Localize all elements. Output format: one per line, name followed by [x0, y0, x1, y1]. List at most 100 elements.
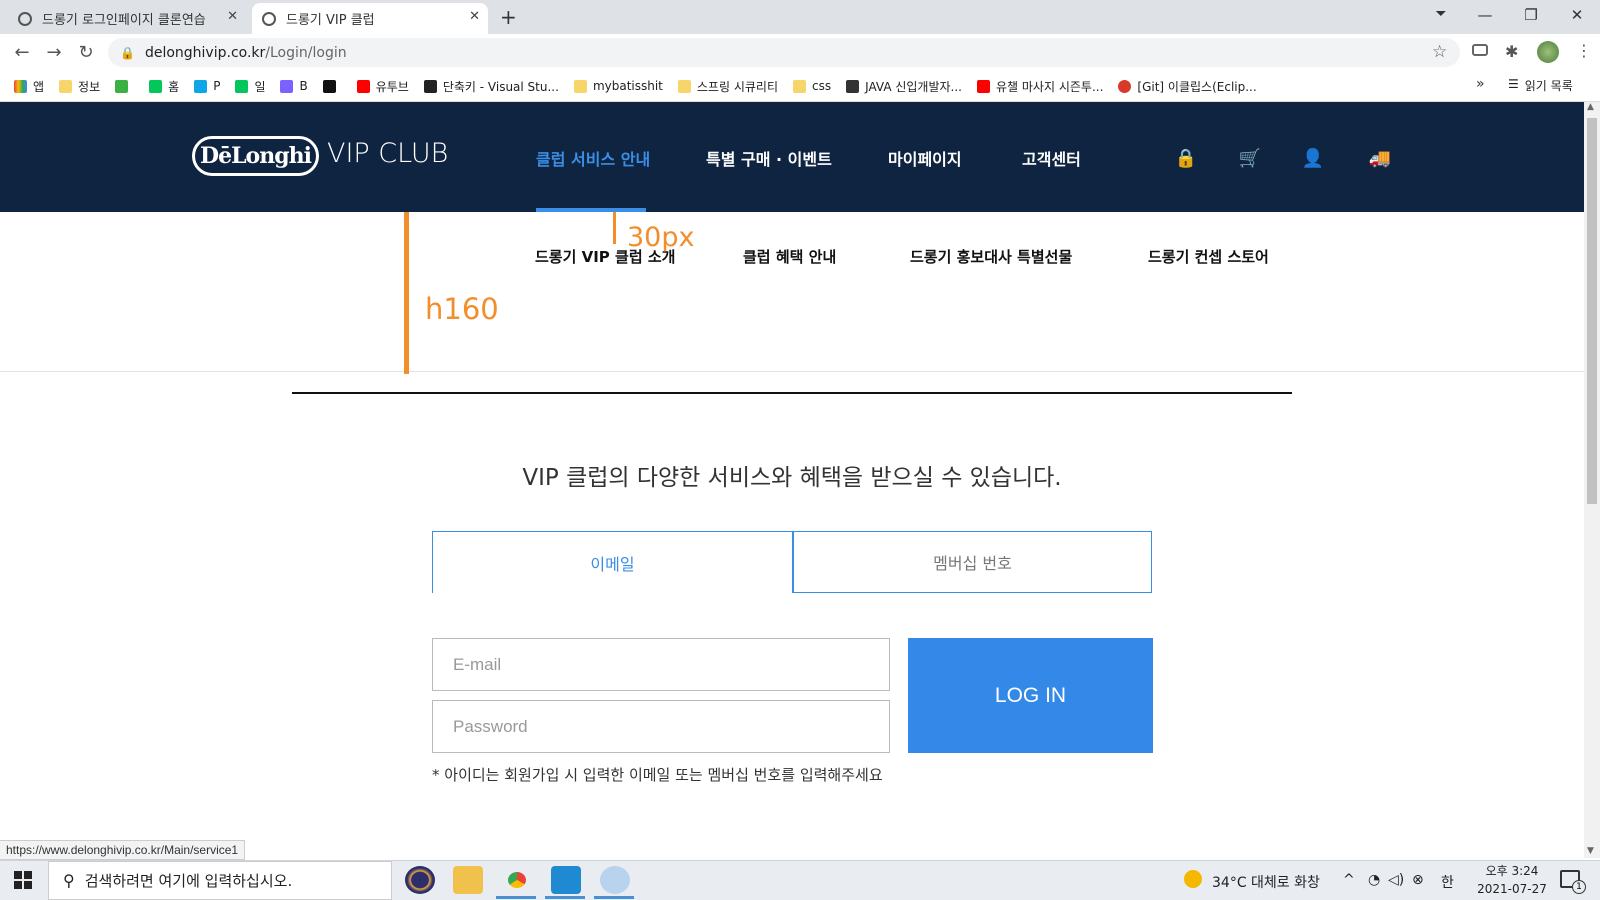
- new-tab-button[interactable]: +: [500, 5, 517, 29]
- bookmark-item[interactable]: 홈: [149, 78, 179, 95]
- volume-icon[interactable]: ◁): [1388, 872, 1404, 888]
- tray-expand-icon[interactable]: ^: [1343, 872, 1355, 888]
- bookmark-star-icon[interactable]: ☆: [1432, 42, 1447, 62]
- network-icon[interactable]: ◔: [1368, 872, 1380, 888]
- site-favicon: [322, 79, 336, 93]
- bookmark-item[interactable]: [Git] 이클립스(Eclip...: [1118, 78, 1257, 95]
- lock-icon: 🔒: [120, 45, 135, 60]
- login-button[interactable]: LOG IN: [908, 638, 1153, 753]
- reload-icon[interactable]: ↻: [74, 42, 98, 63]
- close-window-icon[interactable]: ✕: [1554, 6, 1600, 24]
- chrome-app-icon[interactable]: [502, 866, 532, 894]
- address-bar[interactable]: 🔒 delonghivip.co.kr/Login/login: [108, 38, 1460, 67]
- url-host: delonghivip.co.kr: [144, 44, 266, 61]
- bookmark-item[interactable]: 정보: [59, 78, 100, 95]
- vscode-app-icon[interactable]: [551, 866, 581, 894]
- site-favicon: [115, 79, 129, 93]
- eclipse-app-icon[interactable]: [405, 866, 435, 894]
- minimize-icon[interactable]: —: [1462, 6, 1508, 24]
- url-path: /Login/login: [265, 44, 347, 61]
- menu-icon[interactable]: ⋮: [1576, 41, 1592, 60]
- submenu-panel: [0, 212, 1584, 372]
- bookmark-item[interactable]: P: [194, 79, 220, 93]
- reading-list-icon: ☰: [1508, 77, 1519, 91]
- active-app-indicator: [545, 896, 585, 899]
- lock-icon[interactable]: 🔒: [1172, 148, 1200, 169]
- reading-list-button[interactable]: ☰ 읽기 목록: [1508, 77, 1573, 94]
- delonghi-logo[interactable]: DēLonghi: [192, 136, 319, 176]
- tab-email[interactable]: 이메일: [432, 531, 793, 593]
- bookmark-item[interactable]: 단축키 - Visual Stu...: [423, 78, 559, 95]
- bookmark-item[interactable]: 유투브: [356, 78, 409, 95]
- globe-icon: [262, 11, 276, 26]
- nav-special-purchase[interactable]: 특별 구매 · 이벤트: [706, 146, 832, 170]
- login-helper-text: * 아이디는 회원가입 시 입력한 이메일 또는 멤버십 번호를 입력해주세요: [432, 766, 883, 784]
- file-explorer-icon[interactable]: [453, 866, 483, 894]
- tab-search-icon[interactable]: ⏷: [1418, 6, 1464, 22]
- email-field[interactable]: E-mail: [432, 638, 890, 691]
- page-tagline: VIP 클럽의 다양한 서비스와 혜택을 받으실 수 있습니다.: [522, 465, 1062, 491]
- submenu-concept-store[interactable]: 드롱기 컨셉 스토어: [1148, 246, 1269, 267]
- apple-icon: [1118, 79, 1132, 93]
- restore-icon[interactable]: ❐: [1508, 6, 1554, 24]
- clock[interactable]: 오후 3:24 2021-07-27: [1472, 862, 1552, 898]
- bookmark-item[interactable]: 일: [235, 78, 265, 95]
- submenu-ambassador-gift[interactable]: 드롱기 홍보대사 특별선물: [910, 246, 1072, 267]
- windows-start-icon[interactable]: [14, 871, 32, 889]
- close-tab-icon[interactable]: ✕: [469, 9, 480, 24]
- folder-icon: [59, 79, 73, 93]
- delivery-truck-icon[interactable]: 🚚: [1363, 148, 1397, 169]
- weather-sun-icon: [1184, 870, 1202, 888]
- site-favicon: [423, 79, 437, 93]
- password-field[interactable]: Password: [432, 700, 890, 753]
- user-icon[interactable]: 👤: [1299, 148, 1327, 169]
- bookmark-item[interactable]: [115, 79, 134, 93]
- annotation-h160: h160: [425, 292, 499, 326]
- clock-date: 2021-07-27: [1477, 882, 1547, 896]
- section-divider: [292, 392, 1292, 394]
- paint-app-icon[interactable]: [600, 866, 630, 894]
- annotation-height-bar: [404, 212, 409, 374]
- globe-icon: [18, 11, 32, 26]
- profile-avatar[interactable]: [1537, 41, 1559, 63]
- tab-membership-number[interactable]: 멤버십 번호: [793, 531, 1152, 593]
- bookmarks-more-button[interactable]: »: [1476, 76, 1485, 92]
- ime-indicator[interactable]: 한: [1441, 872, 1454, 892]
- extensions-icon[interactable]: ✱: [1505, 42, 1518, 61]
- bookmark-item[interactable]: 유챌 마사지 시즌투...: [977, 78, 1103, 95]
- bookmark-item[interactable]: 스프링 시큐리티: [677, 78, 778, 95]
- annotation-gap-tick: [613, 212, 616, 244]
- scroll-up-arrow-icon[interactable]: ▲: [1587, 102, 1594, 112]
- nav-club-service[interactable]: 클럽 서비스 안내: [536, 146, 650, 170]
- mic-muted-icon[interactable]: ⊗: [1412, 872, 1424, 888]
- forward-icon[interactable]: →: [42, 42, 66, 63]
- bookmark-item[interactable]: [322, 79, 342, 93]
- bookmark-item[interactable]: JAVA 신입개발자...: [846, 78, 962, 95]
- bookmark-item-apps[interactable]: 앱: [14, 78, 44, 95]
- bookmark-item[interactable]: mybatisshit: [573, 79, 663, 93]
- site-favicon: [194, 79, 208, 93]
- taskbar-search-box[interactable]: ⚲ 검색하려면 여기에 입력하십시오.: [48, 861, 392, 900]
- weather-text[interactable]: 34°C 대체로 화창: [1212, 872, 1320, 892]
- page-scrollbar-thumb[interactable]: [1587, 118, 1597, 504]
- nav-customer-center[interactable]: 고객센터: [1022, 146, 1081, 170]
- active-app-indicator: [594, 896, 634, 899]
- nav-mypage[interactable]: 마이페이지: [888, 146, 962, 170]
- naver-icon: [149, 79, 163, 93]
- status-url-bubble: https://www.delonghivip.co.kr/Main/servi…: [0, 840, 246, 860]
- camera-icon[interactable]: [1472, 44, 1488, 56]
- youtube-icon: [356, 79, 370, 93]
- scroll-down-arrow-icon[interactable]: ▼: [1587, 846, 1594, 856]
- site-favicon: [235, 79, 249, 93]
- cart-icon[interactable]: 🛒: [1236, 148, 1264, 169]
- active-app-indicator: [496, 896, 536, 899]
- search-icon: ⚲: [63, 871, 75, 890]
- submenu-benefits[interactable]: 클럽 혜택 안내: [743, 246, 836, 267]
- bookmark-item[interactable]: B: [280, 79, 308, 93]
- browser-tab-clone[interactable]: 드롱기 로그인페이지 클론연습 ✕: [8, 3, 246, 34]
- browser-tab-active[interactable]: 드롱기 VIP 클럽 ✕: [252, 3, 488, 34]
- bookmark-item[interactable]: css: [793, 79, 831, 93]
- close-tab-icon[interactable]: ✕: [227, 9, 238, 24]
- back-icon[interactable]: ←: [10, 42, 34, 63]
- apps-grid-icon: [14, 79, 27, 93]
